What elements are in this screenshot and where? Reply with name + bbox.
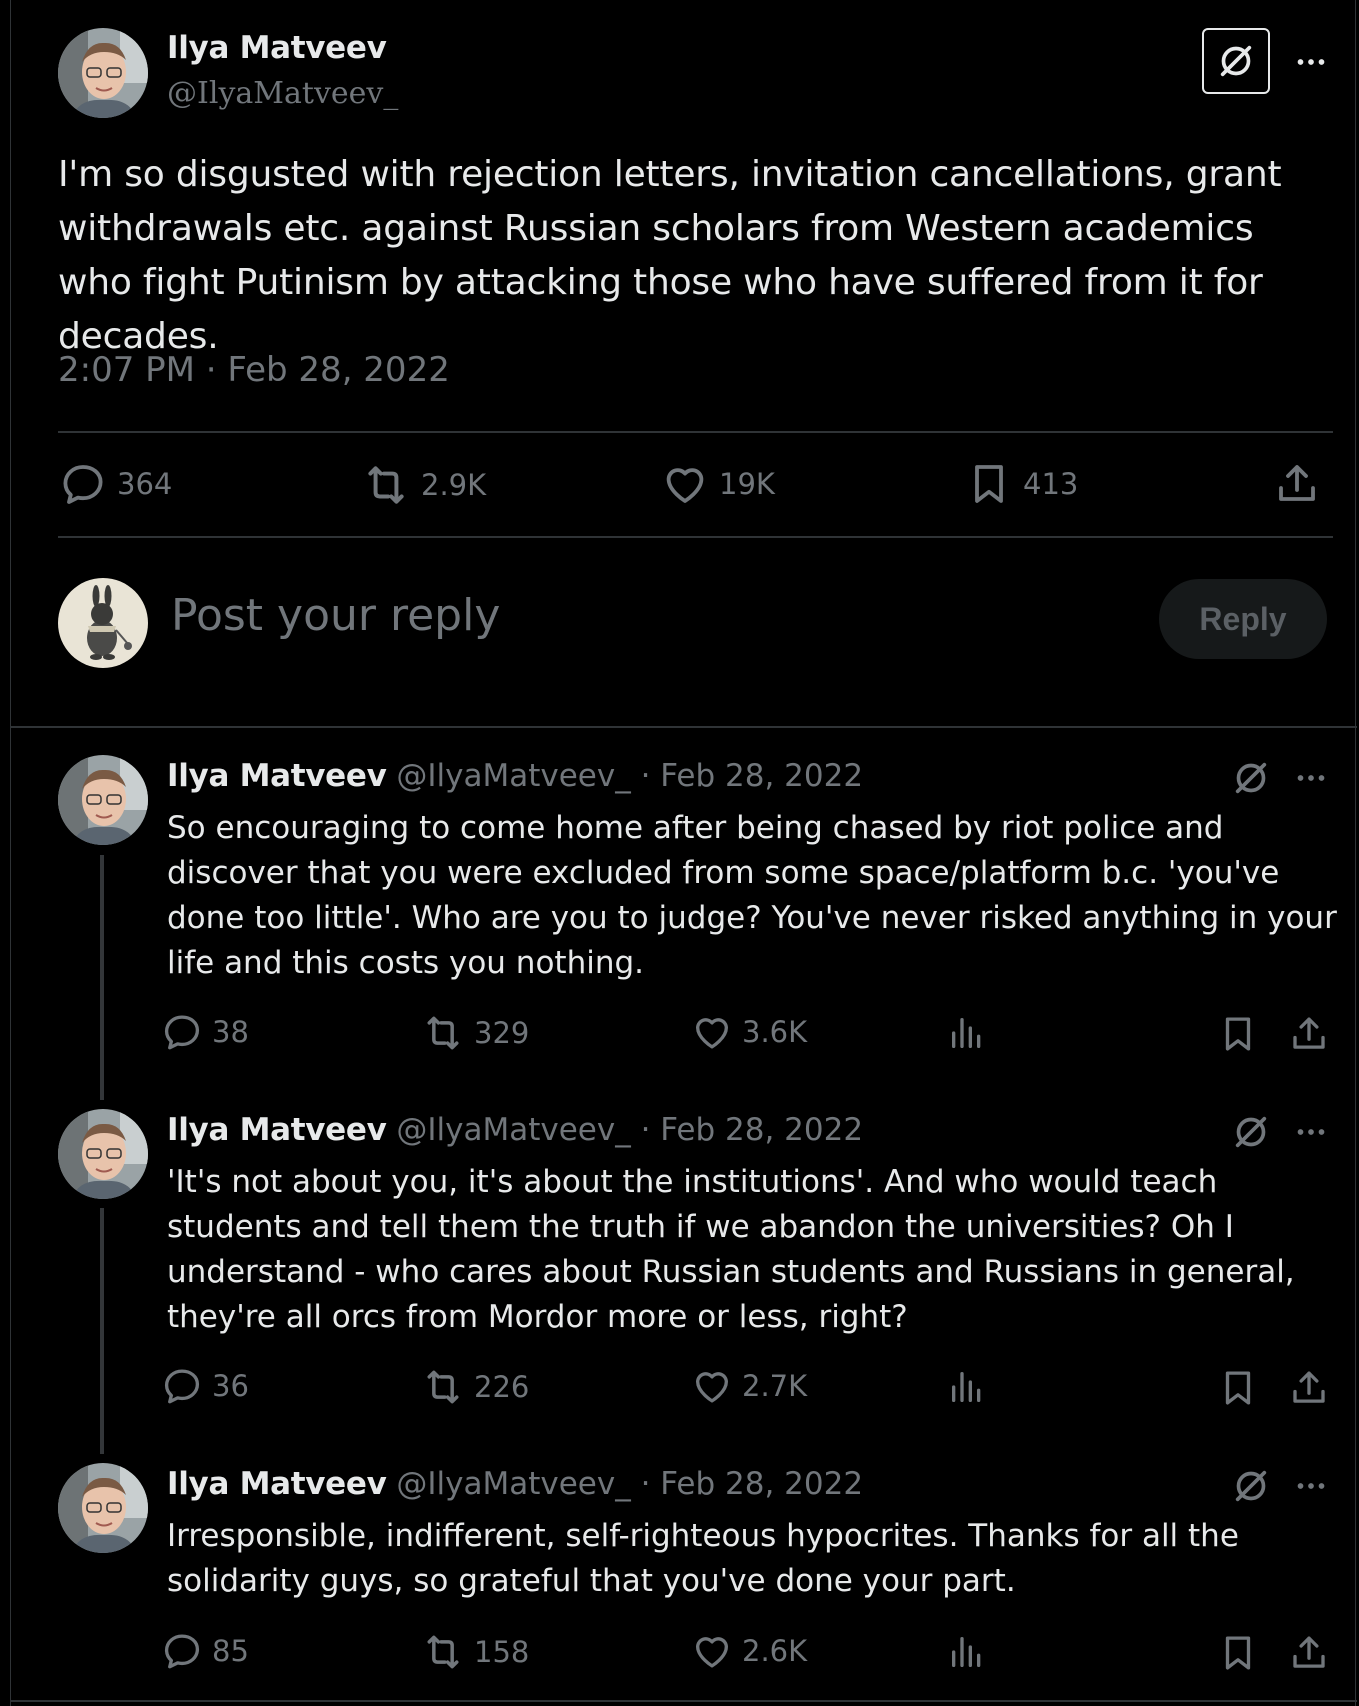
like-icon [691, 1011, 733, 1053]
reply-input[interactable]: Post your reply [171, 590, 500, 641]
reply-text: Irresponsible, indifferent, self-righteo… [167, 1518, 1239, 1599]
author-name[interactable]: Ilya Matveev [167, 30, 387, 66]
more-icon[interactable] [1293, 44, 1329, 80]
repost-action[interactable]: 2.9K [361, 460, 486, 510]
avatar-image [58, 578, 148, 668]
grok-icon[interactable] [1231, 1112, 1271, 1152]
share-action[interactable] [1273, 460, 1331, 508]
reply-icon [161, 1011, 203, 1053]
reply-icon [161, 1630, 203, 1672]
reply-text: So encouraging to come home after being … [167, 810, 1337, 981]
reply-action[interactable]: 364 [59, 460, 172, 508]
repost-icon [421, 1630, 465, 1674]
author-name[interactable]: Ilya Matveev [167, 1466, 387, 1502]
post-detail-panel: Ilya Matveev @IlyaMatveev_ I'm so disgus… [10, 0, 1357, 1706]
author-avatar[interactable] [58, 1109, 148, 1199]
views-icon[interactable] [947, 1013, 987, 1053]
current-user-avatar[interactable] [58, 578, 148, 668]
like-action[interactable]: 19K [661, 460, 775, 508]
author-avatar[interactable] [58, 28, 148, 118]
reply-action[interactable]: 85 [161, 1630, 249, 1672]
bottom-divider [11, 1700, 1357, 1702]
reply-header: Ilya Matveev @IlyaMatveev_ · Feb 28, 202… [167, 1112, 863, 1148]
reply-count: 36 [212, 1369, 249, 1403]
more-icon[interactable] [1293, 760, 1329, 796]
post-timestamp[interactable]: 2:07 PM · Feb 28, 2022 [58, 350, 450, 390]
repost-action[interactable]: 158 [421, 1630, 529, 1674]
reply-text: 'It's not about you, it's about the inst… [167, 1164, 1295, 1335]
handle-and-date[interactable]: @IlyaMatveev_ · Feb 28, 2022 [396, 1466, 863, 1502]
avatar-image [58, 755, 148, 845]
grok-icon[interactable] [1231, 1466, 1271, 1506]
grok-icon [1216, 41, 1256, 81]
more-icon[interactable] [1293, 1114, 1329, 1150]
post-text: I'm so disgusted with rejection letters,… [58, 154, 1282, 357]
views-icon[interactable] [947, 1632, 987, 1672]
reply-action-bar: 38 329 3.6K [11, 1011, 1357, 1061]
thread-connector [100, 1208, 104, 1454]
handle-and-date[interactable]: @IlyaMatveev_ · Feb 28, 2022 [396, 758, 863, 794]
bookmark-action[interactable]: 413 [965, 460, 1078, 508]
author-name[interactable]: Ilya Matveev [167, 758, 387, 794]
share-icon[interactable] [1288, 1367, 1330, 1409]
reply-action[interactable]: 38 [161, 1011, 249, 1053]
reply-header: Ilya Matveev @IlyaMatveev_ · Feb 28, 202… [167, 758, 863, 794]
bookmark-icon[interactable] [1217, 1632, 1259, 1674]
like-count: 3.6K [742, 1015, 808, 1049]
repost-count: 2.9K [421, 468, 487, 502]
share-icon [1273, 460, 1321, 508]
reply-count: 364 [117, 467, 173, 501]
divider [58, 536, 1333, 538]
repost-icon [421, 1011, 465, 1055]
post-action-bar: 364 2.9K 19K 413 [11, 454, 1357, 514]
reply-action-bar: 36 226 2.7K [11, 1365, 1357, 1415]
avatar-image [58, 1463, 148, 1553]
author-name[interactable]: Ilya Matveev [167, 1112, 387, 1148]
repost-count: 329 [474, 1016, 530, 1050]
like-count: 19K [719, 467, 775, 501]
author-avatar[interactable] [58, 1463, 148, 1553]
repost-action[interactable]: 329 [421, 1011, 529, 1055]
reply-count: 38 [212, 1015, 249, 1049]
reply-action-bar: 85 158 2.6K [11, 1630, 1357, 1680]
section-divider [11, 726, 1357, 728]
like-icon [661, 460, 709, 508]
like-count: 2.6K [742, 1634, 808, 1668]
reply-icon [161, 1365, 203, 1407]
handle-and-date[interactable]: @IlyaMatveev_ · Feb 28, 2022 [396, 1112, 863, 1148]
like-count: 2.7K [742, 1369, 808, 1403]
grok-icon[interactable] [1231, 758, 1271, 798]
bookmark-icon [965, 460, 1013, 508]
reply-header: Ilya Matveev @IlyaMatveev_ · Feb 28, 202… [167, 1466, 863, 1502]
grok-button[interactable] [1202, 28, 1270, 94]
avatar-image [58, 28, 148, 118]
repost-count: 226 [474, 1370, 530, 1404]
share-icon[interactable] [1288, 1013, 1330, 1055]
reply-count: 85 [212, 1634, 249, 1668]
share-icon[interactable] [1288, 1632, 1330, 1674]
divider [58, 431, 1333, 433]
like-action[interactable]: 2.6K [691, 1630, 807, 1672]
like-action[interactable]: 2.7K [691, 1365, 807, 1407]
reply-button[interactable]: Reply [1159, 579, 1327, 659]
views-icon[interactable] [947, 1367, 987, 1407]
repost-action[interactable]: 226 [421, 1365, 529, 1409]
repost-count: 158 [474, 1635, 530, 1669]
bookmark-icon[interactable] [1217, 1367, 1259, 1409]
author-avatar[interactable] [58, 755, 148, 845]
repost-icon [361, 460, 411, 510]
like-icon [691, 1630, 733, 1672]
reply-action[interactable]: 36 [161, 1365, 249, 1407]
reply-icon [59, 460, 107, 508]
thread-connector [100, 855, 104, 1100]
like-action[interactable]: 3.6K [691, 1011, 807, 1053]
repost-icon [421, 1365, 465, 1409]
more-icon[interactable] [1293, 1468, 1329, 1504]
bookmark-icon[interactable] [1217, 1013, 1259, 1055]
like-icon [691, 1365, 733, 1407]
author-handle[interactable]: @IlyaMatveev_ [167, 76, 398, 111]
bookmark-count: 413 [1023, 467, 1079, 501]
avatar-image [58, 1109, 148, 1199]
